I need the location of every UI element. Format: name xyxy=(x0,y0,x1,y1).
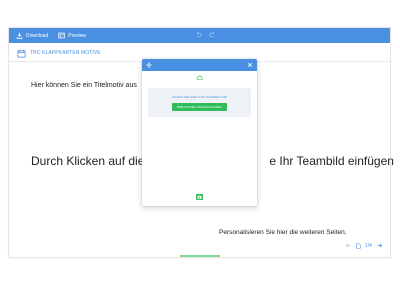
page-navigation: 1/4 xyxy=(345,242,383,249)
document-title[interactable]: TRC KLAPPKARTEN MOTIVE xyxy=(30,50,101,56)
close-icon[interactable] xyxy=(247,62,253,68)
page-indicator: 1/4 xyxy=(365,242,372,249)
preview-button[interactable]: Preview xyxy=(58,32,86,39)
preview-icon xyxy=(58,32,65,39)
redo-icon[interactable] xyxy=(209,31,216,38)
download-label: Download xyxy=(26,32,49,39)
arrow-left-icon[interactable] xyxy=(345,242,352,249)
top-toolbar: Download Preview xyxy=(9,28,390,43)
title-motif-text[interactable]: Hier können Sie ein Titelmotiv aus xyxy=(31,82,137,89)
personalize-text[interactable]: Personalisieren Sie hier die weiteren Se… xyxy=(219,229,347,236)
upload-panel: FÜGEN SIE HIER IHR TEAMBILD EIN BIBLIOTH… xyxy=(148,88,251,117)
download-button[interactable]: Download xyxy=(16,32,48,39)
upload-instruction: FÜGEN SIE HIER IHR TEAMBILD EIN xyxy=(172,94,227,99)
camera-button[interactable] xyxy=(196,194,203,200)
page-icon xyxy=(356,242,361,249)
team-photo-text-right: e Ihr Teambild einfügen xyxy=(269,154,394,168)
cloud-upload-icon xyxy=(196,75,203,81)
calendar-icon xyxy=(17,49,26,58)
download-icon xyxy=(16,32,23,39)
preview-label: Preview xyxy=(68,32,87,39)
green-indicator xyxy=(180,255,220,257)
dialog-header xyxy=(142,59,257,71)
image-upload-dialog: FÜGEN SIE HIER IHR TEAMBILD EIN BIBLIOTH… xyxy=(142,59,257,206)
arrow-right-icon[interactable] xyxy=(376,242,383,249)
camera-icon xyxy=(197,195,202,199)
search-library-button[interactable]: BIBLIOTHEK DURCHSUCHEN xyxy=(172,102,227,111)
undo-icon[interactable] xyxy=(195,31,202,38)
team-photo-text-left: Durch Klicken auf die w xyxy=(31,154,157,168)
move-icon[interactable] xyxy=(146,62,152,68)
